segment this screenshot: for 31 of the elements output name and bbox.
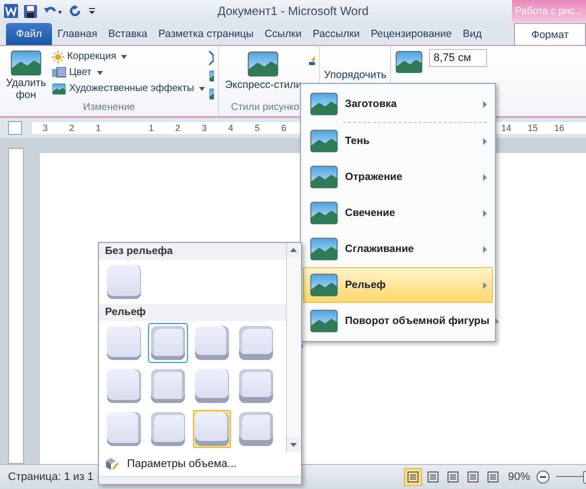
quick-styles-button[interactable]: Экспресс-стили: [223, 49, 304, 102]
zoom-level: 90%: [508, 471, 530, 483]
ribbon-tab[interactable]: Главная: [52, 23, 103, 45]
page-count: Страница: 1 из 1: [8, 471, 94, 483]
arrange-button[interactable]: Упорядочить: [324, 68, 386, 82]
ribbon-tab[interactable]: Файл: [6, 23, 52, 45]
menu-item[interactable]: Заготовка: [303, 86, 493, 122]
group-label: Стили рисунко: [231, 102, 300, 113]
ribbon-tab[interactable]: Вид: [457, 23, 488, 45]
remove-background-button[interactable]: Удалить фон: [4, 49, 48, 102]
ribbon-tab[interactable]: Рассылки: [307, 23, 366, 45]
ribbon-tab[interactable]: Разметка страницы: [152, 23, 260, 45]
adjust-menu-button[interactable]: Художественные эффекты: [52, 81, 206, 96]
ribbon-tab[interactable]: Рецензирование: [365, 23, 458, 45]
menu-item[interactable]: Рельеф: [303, 267, 493, 303]
menu-item[interactable]: Свечение: [303, 195, 493, 231]
section-header: Без рельефа: [99, 243, 286, 260]
ribbon-tab[interactable]: Ссылки: [259, 23, 308, 45]
context-tab-header: Работа с рис...: [512, 0, 586, 22]
menu-item[interactable]: Поворот объемной фигуры: [303, 303, 493, 339]
ribbon-tab[interactable]: Формат: [514, 23, 586, 45]
adjust-menu-button[interactable]: Цвет: [52, 65, 206, 80]
ribbon-tab[interactable]: Вставка: [102, 23, 153, 45]
section-header: Рельеф: [99, 304, 286, 321]
width-field[interactable]: 8,75 см: [429, 49, 488, 67]
menu-item[interactable]: Отражение: [303, 159, 493, 195]
window-title: Документ1 - Microsoft Word: [217, 4, 369, 18]
menu-item[interactable]: Сглаживание: [303, 231, 493, 267]
group-label: Изменение: [82, 102, 136, 115]
3d-options-menu-item[interactable]: Параметры объема...: [99, 452, 301, 476]
adjust-menu-button[interactable]: Коррекция: [52, 49, 206, 64]
